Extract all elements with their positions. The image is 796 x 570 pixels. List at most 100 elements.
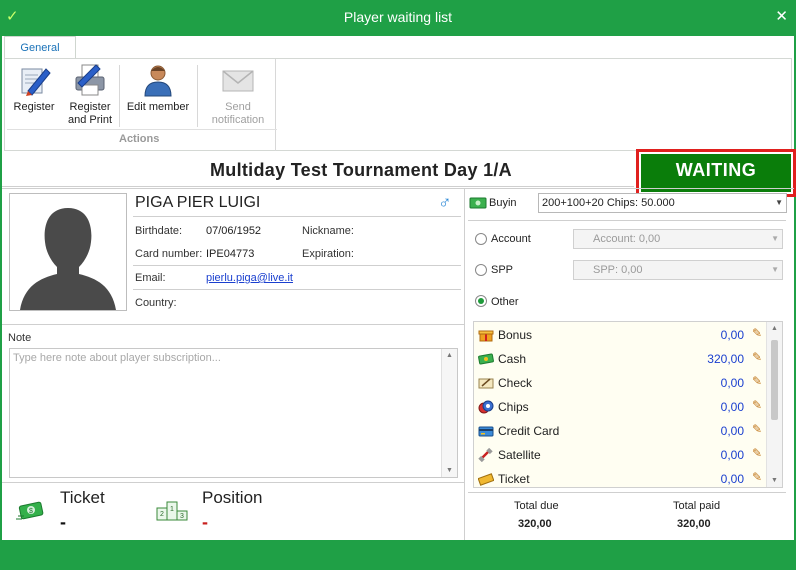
position-stat-value: - — [202, 512, 208, 532]
buyin-label: Buyin — [489, 197, 517, 209]
player-name: PIGA PIER LUIGI — [135, 194, 261, 211]
account-radio-label: Account — [491, 233, 531, 245]
payment-method-row[interactable]: Chips 0,00 ✎ — [474, 395, 766, 419]
expiration-label: Expiration: — [302, 248, 354, 260]
edit-pencil-icon[interactable]: ✎ — [752, 422, 762, 436]
svg-text:1: 1 — [170, 506, 174, 513]
note-scrollbar[interactable]: ▲ ▼ — [441, 349, 457, 477]
payment-method-row[interactable]: Ticket 0,00 ✎ — [474, 467, 766, 487]
register-pen-icon — [16, 63, 52, 97]
spp-select[interactable]: SPP: 0,00 ▼ — [573, 260, 783, 280]
edit-pencil-icon[interactable]: ✎ — [752, 470, 762, 484]
position-stat-label: Position — [202, 488, 263, 507]
gift-icon — [478, 328, 494, 342]
payment-method-value: 0,00 — [720, 472, 744, 486]
divider — [464, 188, 465, 540]
birthdate-label: Birthdate: — [135, 225, 183, 237]
edit-member-button[interactable]: Edit member — [125, 63, 191, 114]
email-link[interactable]: pierlu.piga@live.it — [206, 272, 293, 284]
payment-method-name: Credit Card — [498, 424, 560, 438]
register-button[interactable]: Register — [7, 63, 61, 114]
ticket-stat-value: - — [60, 512, 66, 532]
ticket-money-icon: $ — [16, 498, 46, 525]
payment-method-value: 0,00 — [720, 424, 744, 438]
ribbon-separator — [275, 59, 276, 151]
scroll-down-icon[interactable]: ▼ — [771, 477, 778, 484]
ticket-stat-label: Ticket — [60, 488, 105, 507]
payment-method-name: Cash — [498, 352, 527, 366]
payment-method-name: Ticket — [498, 472, 530, 486]
nickname-label: Nickname: — [302, 225, 354, 237]
svg-text:2: 2 — [160, 511, 164, 518]
ticket-icon — [477, 472, 495, 486]
scroll-up-icon[interactable]: ▲ — [446, 352, 453, 359]
print-icon — [72, 63, 108, 97]
other-radio[interactable] — [475, 295, 487, 307]
edit-pencil-icon[interactable]: ✎ — [752, 350, 762, 364]
other-radio-label: Other — [491, 296, 519, 308]
tournament-title: Multiday Test Tournament Day 1/A — [210, 160, 512, 180]
note-textarea[interactable]: Type here note about player subscription… — [9, 348, 458, 478]
note-placeholder: Type here note about player subscription… — [13, 352, 221, 364]
close-icon[interactable]: ✕ — [775, 7, 788, 25]
status-highlight: WAITING — [636, 149, 796, 197]
buyin-select-value: 200+100+20 Chips: 50.000 — [542, 197, 675, 209]
divider — [468, 220, 786, 221]
payment-methods-list: Bonus 0,00 ✎ Cash 320,00 ✎ Check 0,00 ✎ … — [473, 321, 783, 488]
scroll-down-icon[interactable]: ▼ — [446, 467, 453, 474]
register-label: Register — [13, 101, 55, 113]
edit-pencil-icon[interactable]: ✎ — [752, 326, 762, 340]
scroll-up-icon[interactable]: ▲ — [771, 325, 778, 332]
scrollbar-thumb[interactable] — [771, 340, 778, 420]
send-notification-label: Send notification — [211, 101, 265, 126]
spp-select-value: SPP: 0,00 — [593, 264, 643, 276]
payment-method-value: 0,00 — [720, 328, 744, 342]
spp-radio-label: SPP — [491, 264, 514, 276]
edit-pencil-icon[interactable]: ✎ — [752, 398, 762, 412]
divider — [2, 482, 464, 483]
payment-method-value: 0,00 — [720, 400, 744, 414]
edit-pencil-icon[interactable]: ✎ — [752, 446, 762, 460]
payment-method-row[interactable]: Cash 320,00 ✎ — [474, 347, 766, 371]
account-select[interactable]: Account: 0,00 ▼ — [573, 229, 783, 249]
buyin-select[interactable]: 200+100+20 Chips: 50.000 ▼ — [538, 193, 787, 213]
podium-icon: 1 2 3 — [156, 498, 188, 525]
ribbon-group-line — [7, 129, 277, 130]
birthdate-value: 07/06/1952 — [206, 225, 262, 237]
register-and-print-label: Register and Print — [67, 101, 113, 126]
payment-method-row[interactable]: Bonus 0,00 ✎ — [474, 323, 766, 347]
payment-method-row[interactable]: Credit Card 0,00 ✎ — [474, 419, 766, 443]
payment-method-name: Bonus — [498, 328, 533, 342]
chevron-down-icon: ▼ — [775, 198, 783, 207]
edit-member-label: Edit member — [126, 101, 190, 113]
ribbon-separator — [197, 65, 198, 127]
avatar-silhouette-icon — [20, 208, 116, 310]
payment-list-scrollbar[interactable]: ▲ ▼ — [766, 322, 782, 487]
member-icon — [140, 63, 176, 97]
account-radio[interactable] — [475, 233, 487, 245]
card-number-value: IPE04773 — [206, 248, 255, 260]
divider — [468, 492, 786, 493]
player-photo[interactable] — [9, 193, 127, 311]
payment-method-row[interactable]: Check 0,00 ✎ — [474, 371, 766, 395]
total-paid-value: 320,00 — [677, 518, 711, 530]
card-number-label: Card number: — [135, 248, 203, 260]
male-gender-icon: ♂ — [438, 192, 452, 212]
divider — [133, 265, 461, 266]
satellite-icon — [478, 447, 494, 463]
tab-general[interactable]: General — [4, 36, 76, 59]
spp-radio[interactable] — [475, 264, 487, 276]
payment-method-name: Chips — [498, 400, 529, 414]
check-icon — [478, 376, 494, 390]
register-and-print-button[interactable]: Register and Print — [63, 63, 117, 127]
payment-method-value: 0,00 — [720, 448, 744, 462]
payment-method-name: Check — [498, 376, 533, 390]
divider — [2, 186, 634, 187]
note-label: Note — [8, 332, 32, 344]
send-notification-button[interactable]: Send notification — [203, 63, 273, 127]
chevron-down-icon: ▼ — [771, 265, 779, 274]
payment-method-row[interactable]: Satellite 0,00 ✎ — [474, 443, 766, 467]
window-title: Player waiting list — [343, 9, 453, 25]
edit-pencil-icon[interactable]: ✎ — [752, 374, 762, 388]
divider — [2, 324, 464, 325]
